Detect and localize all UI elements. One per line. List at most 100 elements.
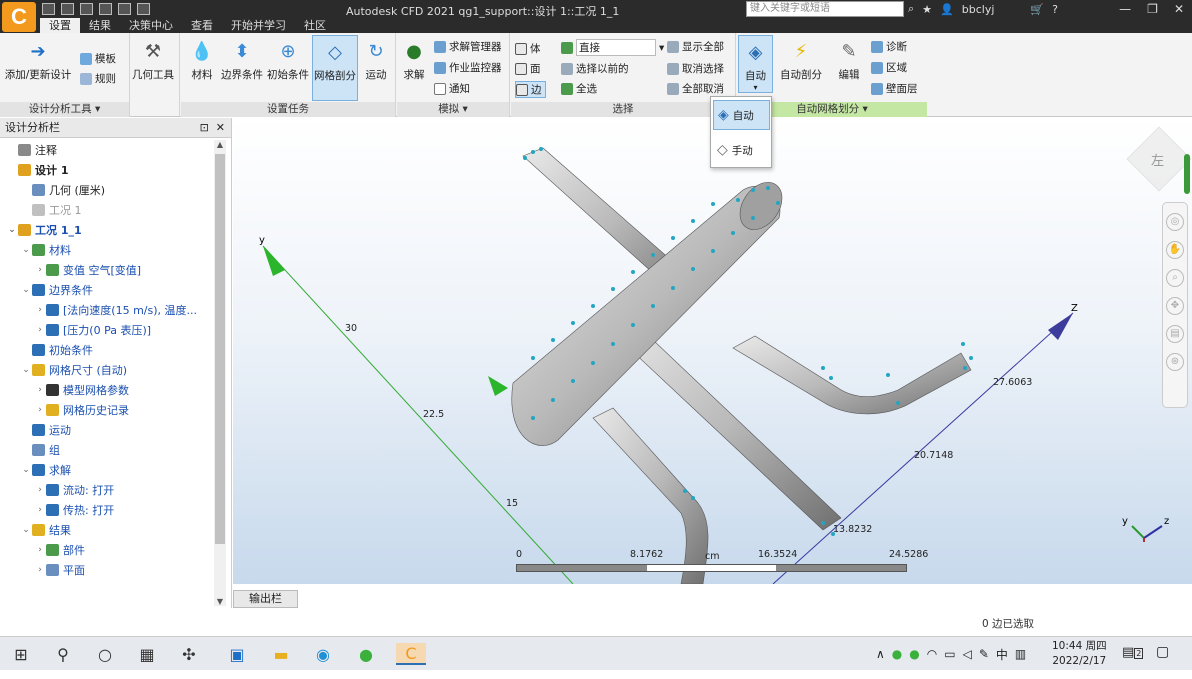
open-icon[interactable] [61,3,74,15]
search-input[interactable]: 键入关键字或短语 [746,1,904,17]
tree-item[interactable]: › 传热: 打开 [0,500,214,520]
cortana-icon[interactable]: ○ [94,643,116,665]
ime-indicator[interactable]: 中 [996,646,1008,663]
cart-icon[interactable]: 🛒 [1030,3,1044,16]
star-icon[interactable]: ★ [922,3,932,16]
tree-item[interactable]: 组 [0,440,214,460]
template-button[interactable]: 模板 [80,51,116,66]
menu-item-auto[interactable]: ◈ 自动 [713,100,770,130]
graphics-viewport[interactable]: y Z 30 22.5 15 27.6063 20.7148 13.8232 0… [233,118,1192,584]
diagnostics-button[interactable]: 诊断 [871,39,907,54]
undo-icon[interactable] [118,3,131,15]
scroll-thumb[interactable] [215,154,225,544]
select-body-button[interactable]: 体 [515,41,541,56]
new-icon[interactable] [42,3,55,15]
orbit-icon[interactable]: ✥ [1166,297,1184,315]
tree-item[interactable]: › [法向速度(15 m/s), 温度... [0,300,214,320]
volume-icon[interactable]: ◁ [963,647,972,661]
solve-button[interactable]: ● 求解 [399,35,429,82]
tab-2[interactable]: 决策中心 [120,18,182,33]
expand-icon[interactable]: › [34,325,46,335]
collapse-icon[interactable]: ⌄ [20,245,32,255]
mesh-button[interactable]: ◇ 网格剖分 [312,35,358,101]
tree-item[interactable]: › 变值 空气[变值] [0,260,214,280]
expand-icon[interactable]: › [34,545,46,555]
pan-icon[interactable]: ✋ [1166,241,1184,259]
rules-button[interactable]: 规则 [80,71,116,86]
binoculars-icon[interactable]: ⌕ [908,2,914,16]
select-previous-button[interactable]: 选择以前的 [561,61,629,76]
motion-button[interactable]: ↻ 运动 [360,35,392,82]
tree-item[interactable]: ⌄ 结果 [0,520,214,540]
select-face-button[interactable]: 面 [515,61,541,76]
tree-item[interactable]: ⌄ 材料 [0,240,214,260]
deselect-all-button[interactable]: 全部取消 [667,81,724,96]
fan-app-icon[interactable]: ✣ [178,643,200,665]
deselect-button[interactable]: 取消选择 [667,61,724,76]
battery-icon[interactable]: ▭ [944,647,955,661]
tree-item[interactable]: 注释 [0,140,214,160]
tab-0[interactable]: 设置 [40,18,80,33]
geometry-tools-button[interactable]: ⚒ 几何工具 [130,35,176,82]
windows-start-icon[interactable]: ⊞ [10,643,32,665]
collapse-icon[interactable]: ⌄ [20,465,32,475]
tree-item[interactable]: › 部件 [0,540,214,560]
tree-item[interactable]: ⌄ 求解 [0,460,214,480]
restore-icon[interactable]: ❐ [1147,2,1158,16]
materials-button[interactable]: 💧 材料 [184,35,220,82]
boundary-conditions-button[interactable]: ⬍ 边界条件 [221,35,263,82]
tree-item[interactable]: › 模型网格参数 [0,380,214,400]
close-icon[interactable]: ✕ [216,121,225,134]
collapse-icon[interactable]: ⌄ [20,525,32,535]
tree-item[interactable]: ⌄ 网格尺寸 (自动) [0,360,214,380]
float-icon[interactable]: ⊡ [200,121,209,134]
tree-item[interactable]: 初始条件 [0,340,214,360]
expand-icon[interactable]: › [34,565,46,575]
tray-app-icon[interactable]: ● [892,647,902,661]
file-explorer-icon[interactable]: ▬ [270,643,292,665]
job-monitor-button[interactable]: 作业监控器 [434,60,502,75]
tree-item[interactable]: › 流动: 打开 [0,480,214,500]
collapse-icon[interactable]: ⌄ [20,285,32,295]
tray-app-icon[interactable]: ● [909,647,919,661]
initial-conditions-button[interactable]: ⊕ 初始条件 [265,35,311,82]
show-all-button[interactable]: 显示全部 [667,39,724,54]
user-icon[interactable]: 👤 [940,3,954,16]
solve-manager-button[interactable]: 求解管理器 [434,39,502,54]
save-all-icon[interactable] [99,3,112,15]
tab-3[interactable]: 查看 [182,18,222,33]
tree-item[interactable]: 设计 1 [0,160,214,180]
store-icon[interactable]: ▣ [226,643,248,665]
layout-icon[interactable]: ▥ [1015,647,1026,661]
auto-mode-button[interactable]: ◈ 自动 ▾ [738,35,773,93]
look-icon[interactable]: ▤ [1166,325,1184,343]
notify-button[interactable]: 通知 [434,81,470,96]
menu-item-manual[interactable]: ◇ 手动 [713,135,770,165]
expand-icon[interactable]: › [34,385,46,395]
app-logo[interactable]: C [2,2,36,32]
select-all-button[interactable]: 全选 [561,81,597,96]
search-icon[interactable]: ⚲ [52,643,74,665]
expand-icon[interactable]: › [34,485,46,495]
tab-5[interactable]: 社区 [295,18,335,33]
edge-icon[interactable]: ◉ [312,643,334,665]
collapse-icon[interactable]: ⌄ [6,225,18,235]
wifi-icon[interactable]: ◠ [927,647,937,661]
scroll-up-icon[interactable]: ▲ [214,140,226,149]
pipe-geometry[interactable] [511,147,972,584]
close-icon[interactable]: ✕ [1174,2,1184,16]
tab-4[interactable]: 开始并学习 [222,18,295,33]
output-bar-tab[interactable]: 输出栏 [233,590,298,608]
region-button[interactable]: 区域 [871,60,907,75]
pen-icon[interactable]: ✎ [979,647,989,661]
help-icon[interactable]: ? [1052,3,1058,16]
notification-center-icon[interactable]: ▤ 2 [1122,645,1144,679]
tree-item[interactable]: › [压力(0 Pa 表压)] [0,320,214,340]
autodesk-cfd-taskbar-icon[interactable]: C [396,643,426,665]
steering-wheel-icon[interactable]: ◎ [1166,213,1184,231]
view-icon[interactable]: ⊛ [1166,353,1184,371]
zoom-icon[interactable]: ⌕ [1166,269,1184,287]
viewport-scrollbar[interactable] [1184,154,1190,194]
tree-item[interactable]: › 平面 [0,560,214,580]
tree-item[interactable]: 工况 1 [0,200,214,220]
